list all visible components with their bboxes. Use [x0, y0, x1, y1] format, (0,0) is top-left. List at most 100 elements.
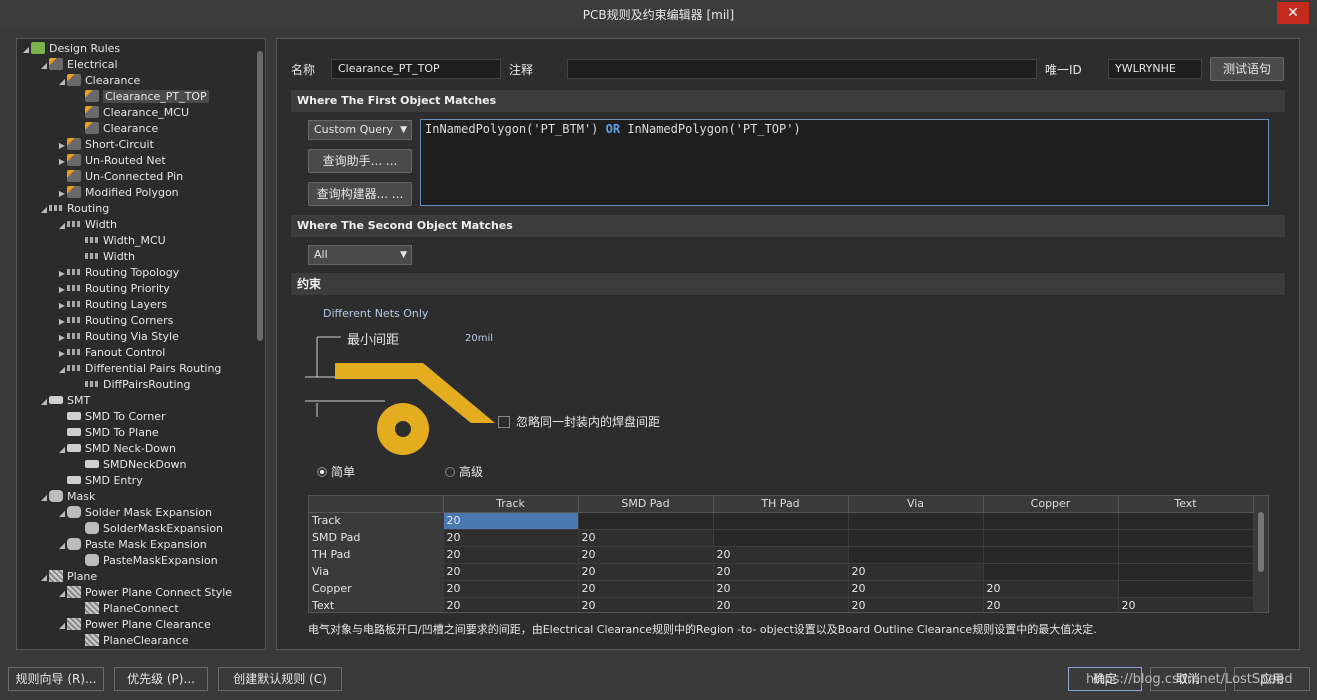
tree-item[interactable]: SMDNeckDown: [75, 457, 187, 473]
grid-cell[interactable]: 20: [443, 580, 579, 598]
grid-cell[interactable]: 20: [578, 563, 714, 581]
grid-scrollbar[interactable]: [1254, 496, 1268, 612]
create-default-rules-button[interactable]: 创建默认规则 (C): [218, 667, 342, 691]
tree-item[interactable]: ▶ Routing Priority: [57, 281, 170, 297]
expand-toggle-icon[interactable]: ◢: [39, 490, 49, 506]
tree-item[interactable]: ◢ Electrical: [39, 57, 118, 73]
tree-item[interactable]: Clearance: [75, 121, 158, 137]
expand-toggle-icon[interactable]: ◢: [57, 442, 67, 458]
rule-wizard-button[interactable]: 规则向导 (R)...: [8, 667, 104, 691]
tree-item[interactable]: SMD Entry: [57, 473, 143, 489]
tree-item[interactable]: ◢ Power Plane Clearance: [57, 617, 211, 633]
radio-dot-selected[interactable]: [317, 467, 327, 477]
tree-item[interactable]: ▶ Routing Corners: [57, 313, 173, 329]
tree-item[interactable]: ▶ Routing Topology: [57, 265, 179, 281]
grid-cell[interactable]: 20: [443, 529, 579, 547]
expand-toggle-icon[interactable]: ▶: [57, 346, 67, 362]
tree-item[interactable]: Un-Connected Pin: [57, 169, 183, 185]
tree-item[interactable]: ▶ Un-Routed Net: [57, 153, 166, 169]
grid-cell[interactable]: 20: [713, 546, 849, 564]
tree-item[interactable]: PlaneConnect: [75, 601, 179, 617]
grid-cell[interactable]: 20: [848, 580, 984, 598]
expand-toggle-icon[interactable]: ◢: [57, 506, 67, 522]
expand-toggle-icon[interactable]: ◢: [21, 42, 31, 58]
tree-item[interactable]: ◢ Paste Mask Expansion: [57, 537, 207, 553]
radio-simple[interactable]: 简单: [317, 463, 355, 480]
tree-item[interactable]: ◢ Width: [57, 217, 117, 233]
tree-item[interactable]: PasteMaskExpansion: [75, 553, 218, 569]
expand-toggle-icon[interactable]: ▶: [57, 330, 67, 346]
tree-item[interactable]: ◢ Clearance: [57, 73, 140, 89]
expand-toggle-icon[interactable]: ▶: [57, 266, 67, 282]
tree-item[interactable]: ◢ Solder Mask Expansion: [57, 505, 212, 521]
tree-item[interactable]: ▶ Routing Via Style: [57, 329, 179, 345]
tree-item[interactable]: ▶ Fanout Control: [57, 345, 165, 361]
expand-toggle-icon[interactable]: ◢: [57, 218, 67, 234]
expand-toggle-icon[interactable]: ◢: [39, 394, 49, 410]
query-helper-button[interactable]: 查询助手... ...: [308, 149, 412, 173]
grid-cell[interactable]: 20: [443, 563, 579, 581]
expand-toggle-icon[interactable]: ▶: [57, 282, 67, 298]
first-match-combo[interactable]: Custom Query ▼: [308, 120, 412, 140]
tree-scrollbar[interactable]: [257, 51, 263, 341]
uid-field[interactable]: YWLRYNHE: [1108, 59, 1202, 79]
grid-cell[interactable]: 20: [848, 563, 984, 581]
radio-dot[interactable]: [445, 467, 455, 477]
tree-item[interactable]: Width_MCU: [75, 233, 166, 249]
tree-item[interactable]: PlaneClearance: [75, 633, 188, 649]
tree-item[interactable]: ◢ SMD Neck-Down: [57, 441, 176, 457]
tree-item[interactable]: ◢ SMT: [39, 393, 90, 409]
grid-cell[interactable]: 20: [983, 597, 1119, 612]
expand-toggle-icon[interactable]: ◢: [39, 58, 49, 74]
expand-toggle-icon[interactable]: ◢: [57, 74, 67, 90]
expand-toggle-icon[interactable]: ▶: [57, 186, 67, 202]
checkbox-box[interactable]: [498, 416, 510, 428]
grid-cell[interactable]: 20: [578, 546, 714, 564]
grid-cell[interactable]: 20: [713, 563, 849, 581]
grid-cell[interactable]: 20: [443, 597, 579, 612]
radio-advanced[interactable]: 高级: [445, 463, 483, 480]
tree-item[interactable]: ◢ Routing: [39, 201, 109, 217]
expand-toggle-icon[interactable]: ▶: [57, 298, 67, 314]
expand-toggle-icon[interactable]: ▶: [57, 314, 67, 330]
tree-item[interactable]: SolderMaskExpansion: [75, 521, 223, 537]
ignore-pad-checkbox[interactable]: 忽略同一封装内的焊盘间距: [498, 413, 660, 430]
min-clearance-value[interactable]: 20mil: [465, 333, 493, 344]
grid-cell[interactable]: 20: [578, 597, 714, 612]
priority-button[interactable]: 优先级 (P)...: [114, 667, 208, 691]
close-icon[interactable]: ✕: [1277, 2, 1309, 24]
grid-cell[interactable]: 20: [983, 580, 1119, 598]
second-match-combo[interactable]: All ▼: [308, 245, 412, 265]
tree-item[interactable]: ▶ Modified Polygon: [57, 185, 179, 201]
expand-toggle-icon[interactable]: ◢: [39, 202, 49, 218]
grid-cell[interactable]: 20: [713, 597, 849, 612]
expand-toggle-icon[interactable]: ▶: [57, 138, 67, 154]
expand-toggle-icon[interactable]: ◢: [57, 362, 67, 378]
comment-field[interactable]: [567, 59, 1037, 79]
expand-toggle-icon[interactable]: ◢: [57, 586, 67, 602]
expand-toggle-icon[interactable]: ▶: [57, 154, 67, 170]
tree-item[interactable]: ◢ Differential Pairs Routing: [57, 361, 222, 378]
tree-item[interactable]: ▶ Routing Layers: [57, 297, 167, 313]
tree-item[interactable]: ◢ Power Plane Connect Style: [57, 585, 232, 601]
tree-item[interactable]: SMD To Corner: [57, 409, 166, 425]
tree-item[interactable]: SMD To Plane: [57, 425, 159, 441]
grid-cell[interactable]: 20: [578, 580, 714, 598]
grid-cell[interactable]: 20: [848, 597, 984, 612]
tree-item[interactable]: Clearance_PT_TOP: [75, 89, 209, 105]
tree-item[interactable]: Width: [75, 249, 135, 265]
tree-item[interactable]: DiffPairsRouting: [75, 377, 190, 393]
query-builder-button[interactable]: 查询构建器... ...: [308, 182, 412, 206]
tree-item[interactable]: Clearance_MCU: [75, 105, 189, 121]
expand-toggle-icon[interactable]: ◢: [57, 618, 67, 634]
rules-tree[interactable]: ◢ Design Rules ◢ Electrical ◢ Clearance Cleara…: [16, 38, 266, 650]
grid-cell[interactable]: 20: [713, 580, 849, 598]
query-editor[interactable]: InNamedPolygon('PT_BTM') OR InNamedPolyg…: [420, 119, 1269, 206]
clearance-grid[interactable]: Track SMD Pad TH Pad Via Copper Text Track 20 SM…: [308, 495, 1269, 613]
net-scope-label[interactable]: Different Nets Only: [323, 307, 428, 320]
grid-cell[interactable]: 20: [443, 512, 579, 530]
grid-cell[interactable]: 20: [1118, 597, 1254, 612]
tree-item[interactable]: ◢ Mask: [39, 489, 95, 505]
expand-toggle-icon[interactable]: ◢: [39, 570, 49, 586]
expand-toggle-icon[interactable]: ◢: [57, 538, 67, 554]
